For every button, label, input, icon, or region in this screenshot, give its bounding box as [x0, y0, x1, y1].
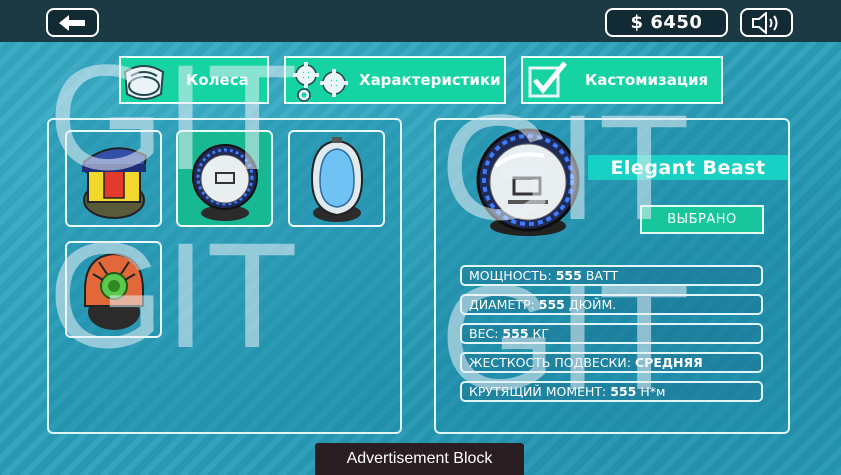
wheel-slot-3[interactable] — [288, 130, 385, 227]
stat-power-value: 555 — [555, 268, 582, 283]
preview-wheel-image — [476, 128, 580, 236]
advertisement-block[interactable]: Advertisement Block — [315, 443, 524, 475]
tab-wheels[interactable]: Колеса — [119, 56, 269, 104]
checkbox-icon — [528, 61, 567, 98]
wheel-name-banner: Elegant Beast — [588, 155, 788, 180]
selected-button-label: ВЫБРАНО — [667, 212, 737, 227]
stat-weight-unit: КГ — [532, 326, 550, 341]
wheel-slot-1[interactable] — [65, 130, 162, 227]
tab-customization-label: Кастомизация — [585, 71, 709, 89]
tab-characteristics[interactable]: Характеристики — [284, 56, 506, 104]
wheel-slot-2[interactable] — [176, 130, 273, 227]
stat-power-label: МОЩНОСТЬ: — [469, 268, 552, 283]
gears-icon — [293, 62, 348, 102]
wheel-icon — [123, 65, 165, 100]
stat-torque: КРУТЯЩИЙ МОМЕНТ: 555 Н*м — [460, 381, 763, 402]
blue-wheel-icon — [310, 136, 363, 222]
sound-button[interactable] — [740, 8, 793, 37]
stat-diameter-value: 555 — [538, 297, 565, 312]
orange-wheel-icon — [83, 252, 144, 330]
selected-button[interactable]: ВЫБРАНО — [640, 205, 764, 234]
stat-diameter-label: ДИАМЕТР: — [469, 297, 535, 312]
tab-customization[interactable]: Кастомизация — [521, 56, 723, 104]
arrow-left-icon — [58, 14, 85, 31]
stat-diameter-unit: ДЮЙМ. — [568, 297, 617, 312]
tab-characteristics-label: Характеристики — [359, 71, 501, 89]
money-value: $ 6450 — [630, 12, 703, 33]
wheel-name: Elegant Beast — [610, 156, 766, 179]
stat-torque-value: 555 — [610, 384, 637, 399]
stat-suspension-value: СРЕДНЯЯ — [635, 355, 703, 370]
tab-wheels-label: Колеса — [186, 71, 249, 89]
stat-weight-label: ВЕС: — [469, 326, 499, 341]
stat-suspension-label: ЖЕСТКОСТЬ ПОДВЕСКИ: — [469, 355, 631, 370]
stat-diameter: ДИАМЕТР: 555 ДЮЙМ. — [460, 294, 763, 315]
stat-power: МОЩНОСТЬ: 555 ВАТТ — [460, 265, 763, 286]
money-counter: $ 6450 — [605, 8, 728, 37]
speaker-icon — [751, 11, 777, 34]
elegant-beast-wheel-icon — [191, 143, 258, 221]
back-button[interactable] — [46, 8, 99, 37]
hat-wheel-icon — [81, 146, 147, 219]
stat-torque-label: КРУТЯЩИЙ МОМЕНТ: — [469, 384, 607, 399]
stat-suspension: ЖЕСТКОСТЬ ПОДВЕСКИ: СРЕДНЯЯ — [460, 352, 763, 373]
stat-weight: ВЕС: 555 КГ — [460, 323, 763, 344]
stat-torque-unit: Н*м — [640, 384, 666, 399]
wheel-slot-4[interactable] — [65, 241, 162, 338]
stat-weight-value: 555 — [502, 326, 529, 341]
stat-power-unit: ВАТТ — [585, 268, 619, 283]
advertisement-label: Advertisement Block — [346, 450, 493, 467]
